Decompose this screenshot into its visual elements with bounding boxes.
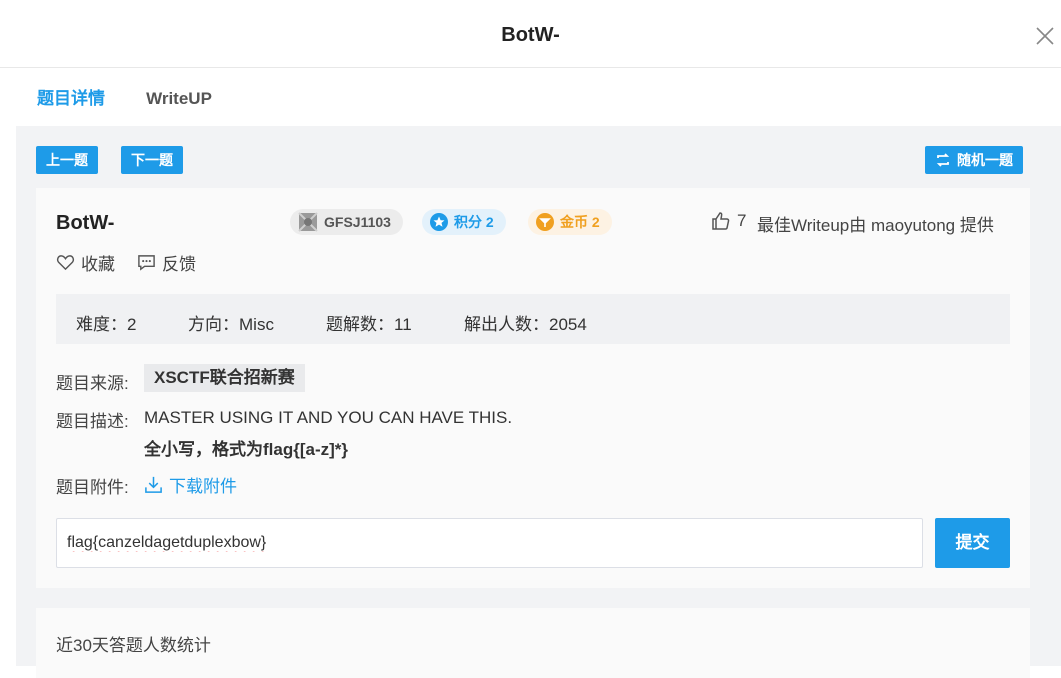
- feedback-button[interactable]: 反馈: [137, 250, 196, 275]
- stats-chart-title: 近30天答题人数统计: [56, 636, 211, 655]
- next-challenge-button[interactable]: 下一题: [121, 146, 183, 174]
- source-tag: XSCTF联合招新赛: [144, 364, 305, 392]
- difficulty-stat: 难度：2: [76, 315, 137, 334]
- challenge-name: BotW-: [56, 212, 115, 234]
- tab-challenge-details[interactable]: 题目详情: [16, 68, 126, 128]
- coin-icon: [536, 213, 554, 231]
- description-line-2: 全小写，格式为flag{[a-z]*}: [144, 440, 349, 459]
- tab-writeup[interactable]: WriteUP: [126, 68, 232, 128]
- favorite-button[interactable]: 收藏: [56, 250, 115, 275]
- random-challenge-button[interactable]: 随机一题: [925, 146, 1023, 174]
- coin-text: 金币 2: [560, 214, 600, 230]
- like-area[interactable]: 7: [711, 211, 746, 231]
- score-badge: 积分 2: [422, 209, 506, 235]
- dialog-header: BotW-: [0, 0, 1061, 68]
- like-count: 7: [737, 211, 747, 230]
- shuffle-icon: [936, 153, 950, 167]
- coin-badge: 金币 2: [528, 209, 612, 235]
- submit-button[interactable]: 提交: [935, 518, 1010, 568]
- star-icon: [430, 213, 448, 231]
- close-icon[interactable]: [1033, 24, 1057, 48]
- challenge-id-badge: GFSJ1103: [290, 209, 403, 235]
- flag-input[interactable]: [56, 518, 923, 568]
- best-writeup-text[interactable]: 最佳Writeup由 maoyutong 提供: [757, 211, 994, 236]
- writeup-count-stat: 题解数：11: [326, 315, 412, 334]
- prev-challenge-button[interactable]: 上一题: [36, 146, 98, 174]
- challenge-id-text: GFSJ1103: [324, 214, 391, 230]
- thumbs-up-icon[interactable]: [711, 211, 731, 231]
- description-label: 题目描述:: [56, 412, 129, 431]
- favorite-label: 收藏: [81, 255, 115, 274]
- comment-icon: [138, 255, 155, 271]
- feedback-label: 反馈: [162, 255, 196, 274]
- download-attachment-label: 下载附件: [169, 477, 237, 496]
- heart-icon: [56, 255, 75, 271]
- challenge-thumbnail-icon: [298, 212, 318, 232]
- challenge-stats-bar: 难度：2 方向：Misc 题解数：11 解出人数：2054: [56, 294, 1010, 344]
- source-label: 题目来源:: [56, 374, 129, 393]
- dialog-title: BotW-: [501, 24, 560, 46]
- attachment-label: 题目附件:: [56, 478, 129, 497]
- solver-count-stat: 解出人数：2054: [464, 315, 587, 334]
- download-attachment-link[interactable]: 下载附件: [144, 472, 237, 497]
- download-icon: [145, 476, 162, 493]
- direction-stat: 方向：Misc: [188, 315, 274, 334]
- description-line-1: MASTER USING IT AND YOU CAN HAVE THIS.: [144, 408, 513, 427]
- score-text: 积分 2: [454, 214, 494, 230]
- tab-bar: 题目详情 WriteUP: [16, 68, 1061, 128]
- random-challenge-label: 随机一题: [957, 152, 1013, 168]
